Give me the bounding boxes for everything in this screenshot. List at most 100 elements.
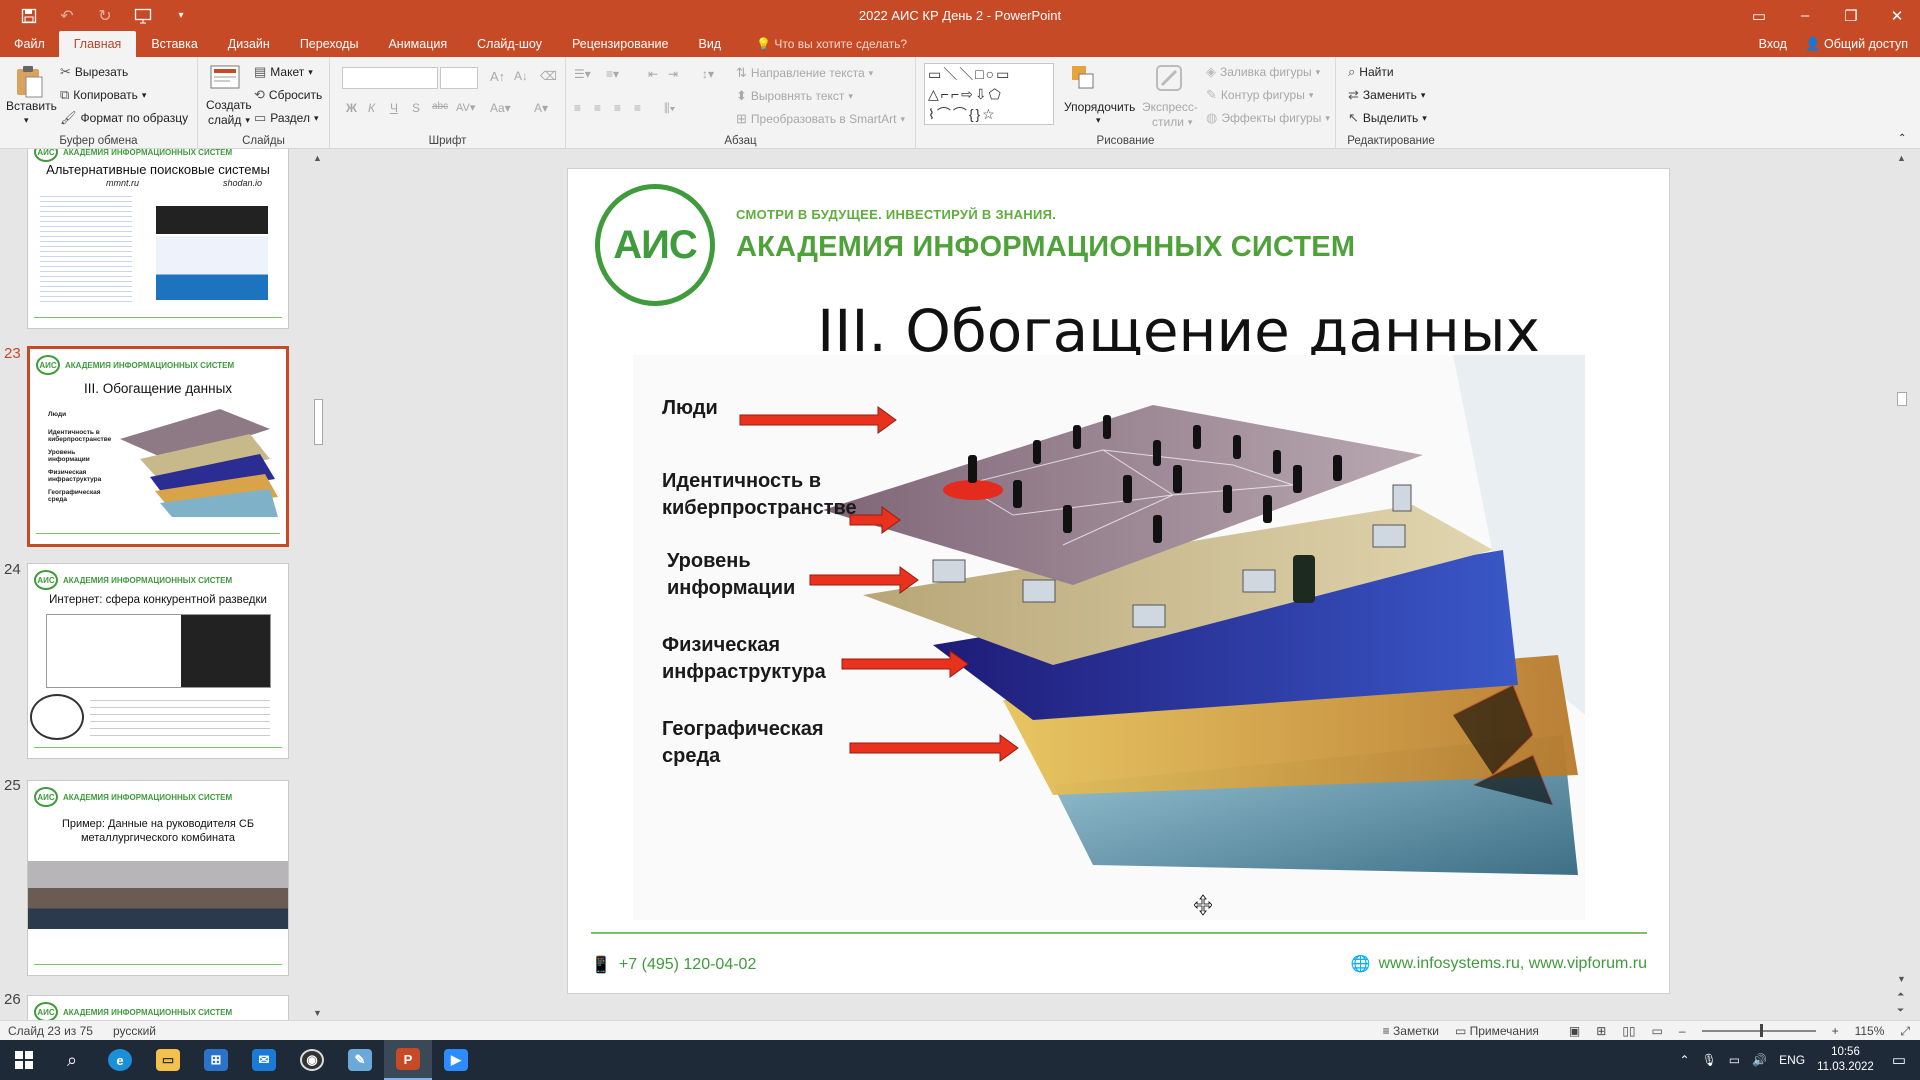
undo-icon[interactable]: ↶: [50, 0, 84, 31]
taskbar-store[interactable]: ⊞: [192, 1040, 240, 1080]
collapse-ribbon-icon[interactable]: ⌃: [1898, 133, 1906, 144]
align-left-icon[interactable]: ≡: [574, 101, 581, 115]
notifications-icon[interactable]: ▭: [1892, 1051, 1906, 1069]
tell-me-box[interactable]: 💡 Что вы хотите сделать?: [736, 31, 907, 57]
shape-outline-button[interactable]: ✎ Контур фигуры ▾: [1206, 87, 1313, 103]
taskbar-search-icon[interactable]: ⌕: [48, 1040, 96, 1080]
tab-insert[interactable]: Вставка: [136, 31, 212, 57]
zoom-slider-knob[interactable]: [1759, 1024, 1763, 1037]
quick-styles-icon[interactable]: [1152, 63, 1186, 99]
slide-thumbnail-26[interactable]: АИС АКАДЕМИЯ ИНФОРМАЦИОННЫХ СИСТЕМ: [27, 995, 289, 1020]
tab-slideshow[interactable]: Слайд-шоу: [462, 31, 557, 57]
increase-indent-icon[interactable]: ⇥: [668, 67, 678, 81]
start-button[interactable]: [0, 1040, 48, 1080]
change-case-icon[interactable]: Aa▾: [490, 101, 511, 115]
thumbnails-scrollbar[interactable]: ▲ ▼: [310, 149, 326, 1020]
scroll-up-icon[interactable]: ▲: [1897, 153, 1906, 163]
paste-icon[interactable]: [12, 63, 46, 99]
taskbar-mail[interactable]: ✉: [240, 1040, 288, 1080]
volume-icon[interactable]: 🔊: [1752, 1053, 1767, 1067]
underline-icon[interactable]: Ч: [390, 101, 398, 115]
shape-effects-button[interactable]: ◍ Эффекты фигуры ▾: [1206, 110, 1330, 126]
scroll-up-icon[interactable]: ▲: [313, 153, 322, 163]
previous-slide-icon[interactable]: ⏶: [1897, 989, 1904, 1000]
tray-chevron-up-icon[interactable]: ⌃: [1680, 1053, 1690, 1067]
shadow-icon[interactable]: S: [412, 101, 420, 115]
paste-button[interactable]: Вставить: [6, 99, 57, 113]
section-button[interactable]: ▭ Раздел ▾: [254, 110, 319, 126]
language-indicator[interactable]: русский: [113, 1024, 156, 1038]
zoom-out-icon[interactable]: –: [1679, 1024, 1686, 1038]
strikethrough-icon[interactable]: abc: [432, 101, 448, 112]
taskbar-zoom[interactable]: ▶: [432, 1040, 480, 1080]
align-center-icon[interactable]: ≡: [594, 101, 601, 115]
redo-icon[interactable]: ↻: [88, 0, 122, 31]
signin-link[interactable]: Вход: [1759, 37, 1787, 51]
decrease-font-icon[interactable]: A↓: [514, 69, 528, 83]
layout-button[interactable]: ▤ Макет ▾: [254, 64, 313, 80]
restore-icon[interactable]: ❐: [1828, 0, 1874, 31]
zoom-slider[interactable]: [1701, 1024, 1816, 1037]
bold-icon[interactable]: Ж: [346, 101, 357, 115]
numbering-icon[interactable]: ≡▾: [606, 67, 619, 81]
text-direction-button[interactable]: ⇅ Направление текста ▾: [736, 65, 873, 81]
save-icon[interactable]: [12, 0, 46, 31]
clock[interactable]: 10:56 11.03.2022: [1817, 1045, 1874, 1075]
taskbar-notepad[interactable]: ✎: [336, 1040, 384, 1080]
notes-button[interactable]: ≡ Заметки: [1383, 1024, 1439, 1038]
cut-button[interactable]: ✂ Вырезать: [60, 64, 128, 80]
replace-button[interactable]: ⇄ Заменить ▾: [1348, 87, 1425, 103]
tab-view[interactable]: Вид: [683, 31, 736, 57]
slide-thumbnail-22[interactable]: АИС АКАДЕМИЯ ИНФОРМАЦИОННЫХ СИСТЕМ Альтер…: [27, 149, 289, 329]
taskbar-edge[interactable]: e: [96, 1040, 144, 1080]
new-slide-label-2[interactable]: слайд ▾: [208, 113, 250, 127]
close-icon[interactable]: ✕: [1874, 0, 1920, 31]
font-name-combo[interactable]: [342, 67, 438, 89]
shape-fill-button[interactable]: ◈ Заливка фигуры ▾: [1206, 64, 1320, 80]
columns-icon[interactable]: ⫼▾: [664, 101, 675, 116]
decrease-indent-icon[interactable]: ⇤: [648, 67, 658, 81]
normal-view-icon[interactable]: ▣: [1569, 1024, 1580, 1038]
arrange-icon[interactable]: [1066, 63, 1100, 99]
spacing-icon[interactable]: AV▾: [456, 101, 475, 114]
minimize-icon[interactable]: –: [1782, 0, 1828, 31]
shapes-gallery[interactable]: ▭＼＼□○▭ △⌐⌐⇨⇩⬠ ⌇⌒⌒{}☆: [924, 63, 1054, 125]
quick-styles-label-2[interactable]: стили ▾: [1152, 115, 1192, 129]
format-painter-button[interactable]: 🖌 Формат по образцу: [60, 110, 188, 126]
copy-button[interactable]: ⧉ Копировать ▾: [60, 87, 146, 103]
network-icon[interactable]: ▭: [1729, 1053, 1740, 1067]
increase-font-icon[interactable]: A↑: [490, 69, 505, 84]
arrange-button[interactable]: Упорядочить: [1064, 100, 1135, 114]
slide-thumbnail-25[interactable]: АИС АКАДЕМИЯ ИНФОРМАЦИОННЫХ СИСТЕМ Пример…: [27, 780, 289, 976]
thumbnails-scroll-thumb[interactable]: [314, 399, 323, 445]
microphone-icon[interactable]: 🎙: [1702, 1053, 1717, 1067]
font-size-combo[interactable]: [440, 67, 478, 89]
align-text-button[interactable]: ⬍ Выровнять текст ▾: [736, 88, 853, 104]
smartart-button[interactable]: ⊞ Преобразовать в SmartArt ▾: [736, 111, 905, 127]
clear-formatting-icon[interactable]: ⌫: [540, 69, 557, 83]
slide-thumbnail-24[interactable]: АИС АКАДЕМИЯ ИНФОРМАЦИОННЫХ СИСТЕМ Интерн…: [27, 563, 289, 759]
tab-review[interactable]: Рецензирование: [557, 31, 684, 57]
fit-to-window-icon[interactable]: ⤢: [1900, 1024, 1910, 1039]
font-color-icon[interactable]: A▾: [534, 101, 548, 115]
current-slide[interactable]: АИС СМОТРИ В БУДУЩЕЕ. ИНВЕСТИРУЙ В ЗНАНИ…: [567, 168, 1670, 994]
align-right-icon[interactable]: ≡: [614, 101, 621, 115]
tab-home[interactable]: Главная: [58, 31, 137, 57]
next-slide-icon[interactable]: ⏷: [1897, 1005, 1904, 1016]
new-slide-label-1[interactable]: Создать: [206, 98, 252, 112]
taskbar-app-red[interactable]: ◉: [288, 1040, 336, 1080]
justify-icon[interactable]: ≡: [634, 101, 641, 115]
tab-animations[interactable]: Анимация: [373, 31, 462, 57]
zoom-in-icon[interactable]: +: [1832, 1024, 1839, 1038]
start-from-beginning-icon[interactable]: [126, 0, 160, 31]
share-button[interactable]: 👤 Общий доступ: [1805, 37, 1908, 52]
taskbar-powerpoint[interactable]: P: [384, 1040, 432, 1080]
scroll-down-icon[interactable]: ▼: [313, 1008, 322, 1018]
reset-button[interactable]: ⟲ Сбросить: [254, 87, 322, 103]
new-slide-icon[interactable]: [208, 63, 242, 99]
reading-view-icon[interactable]: ▯▯: [1622, 1024, 1635, 1038]
slideshow-view-icon[interactable]: ▭: [1652, 1024, 1663, 1038]
tab-design[interactable]: Дизайн: [213, 31, 285, 57]
select-button[interactable]: ↖ Выделить ▾: [1348, 110, 1427, 126]
zoom-level[interactable]: 115%: [1855, 1024, 1885, 1038]
